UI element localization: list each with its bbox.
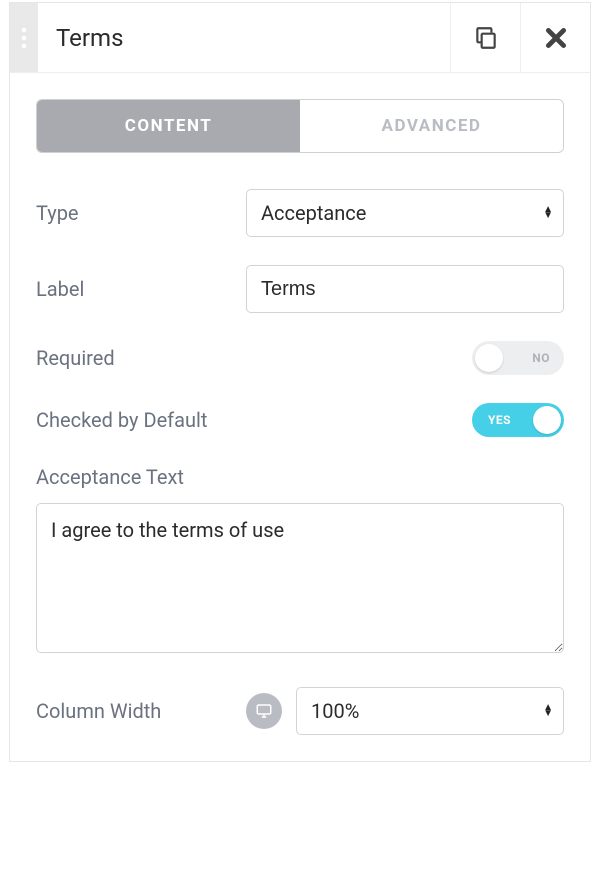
field-type: Type Acceptance ▲▼ xyxy=(36,189,564,237)
checked-default-toggle-text: YES xyxy=(488,413,511,427)
tab-content[interactable]: CONTENT xyxy=(37,100,300,152)
required-toggle-text: NO xyxy=(532,351,550,365)
column-width-label: Column Width xyxy=(36,699,246,723)
tab-advanced[interactable]: ADVANCED xyxy=(300,100,563,152)
drag-handle[interactable] xyxy=(10,3,38,72)
duplicate-icon xyxy=(473,25,499,51)
duplicate-button[interactable] xyxy=(450,3,520,72)
required-toggle[interactable]: NO xyxy=(472,341,564,375)
close-icon xyxy=(543,25,569,51)
required-label: Required xyxy=(36,346,472,370)
desktop-icon xyxy=(255,702,273,720)
checked-default-label: Checked by Default xyxy=(36,408,472,432)
drag-icon xyxy=(21,27,27,49)
settings-panel: Terms CONTENT ADVANCED Type Acceptance ▲… xyxy=(9,2,591,762)
select-arrows-icon: ▲▼ xyxy=(543,207,553,219)
field-required: Required NO xyxy=(36,341,564,375)
panel-title: Terms xyxy=(38,3,450,72)
toggle-knob xyxy=(475,344,503,372)
acceptance-text-input[interactable] xyxy=(36,503,564,653)
panel-body: CONTENT ADVANCED Type Acceptance ▲▼ Labe… xyxy=(10,73,590,761)
type-value: Acceptance xyxy=(261,201,366,225)
type-label: Type xyxy=(36,201,246,225)
panel-header: Terms xyxy=(10,3,590,73)
close-button[interactable] xyxy=(520,3,590,72)
tabs: CONTENT ADVANCED xyxy=(36,99,564,153)
type-select[interactable]: Acceptance ▲▼ xyxy=(246,189,564,237)
column-width-select[interactable]: 100% ▲▼ xyxy=(296,687,564,735)
column-width-value: 100% xyxy=(311,699,359,723)
label-input[interactable] xyxy=(246,265,564,313)
toggle-knob xyxy=(533,406,561,434)
field-column-width: Column Width 100% ▲▼ xyxy=(36,687,564,735)
field-checked-default: Checked by Default YES xyxy=(36,403,564,437)
label-label: Label xyxy=(36,277,246,301)
responsive-device-button[interactable] xyxy=(246,693,282,729)
select-arrows-icon: ▲▼ xyxy=(543,705,553,717)
checked-default-toggle[interactable]: YES xyxy=(472,403,564,437)
field-label: Label xyxy=(36,265,564,313)
acceptance-text-label: Acceptance Text xyxy=(36,465,564,489)
